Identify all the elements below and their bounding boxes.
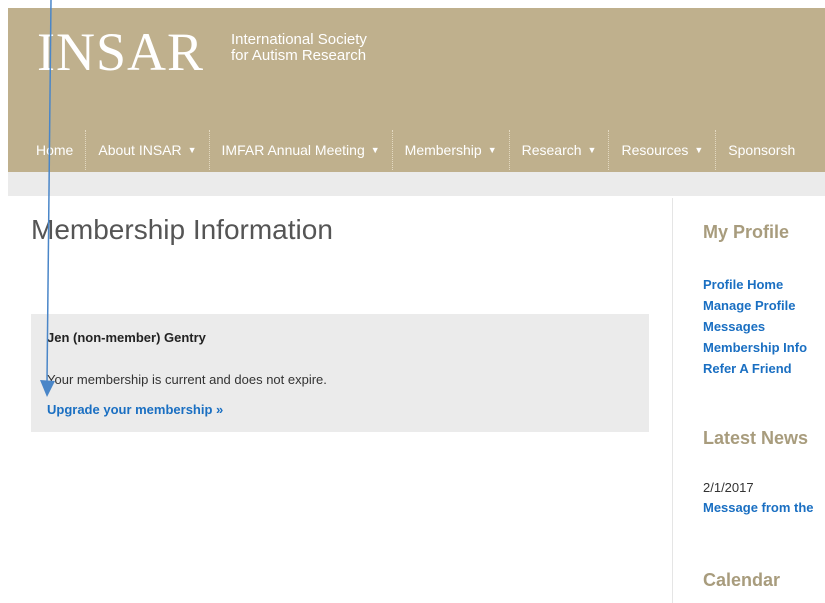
nav-item-membership[interactable]: Membership ▼ xyxy=(393,130,510,170)
nav-label: About INSAR xyxy=(98,142,182,158)
caret-down-icon: ▼ xyxy=(587,145,597,155)
news-item-link[interactable]: Message from the xyxy=(703,500,814,515)
caret-down-icon: ▼ xyxy=(370,145,380,155)
insar-logo[interactable]: INSAR International Society for Autism R… xyxy=(37,22,367,82)
member-name: Jen (non-member) Gentry xyxy=(47,330,206,345)
tagline-line-2: for Autism Research xyxy=(231,47,367,64)
news-date: 2/1/2017 xyxy=(703,480,754,495)
logo-tagline: International Society for Autism Researc… xyxy=(231,32,431,64)
page-title: Membership Information xyxy=(31,214,333,245)
tagline-line-1: International Society xyxy=(231,31,367,48)
nav-item-imfar[interactable]: IMFAR Annual Meeting ▼ xyxy=(210,130,393,170)
nav-label: Sponsorsh xyxy=(728,142,796,158)
nav-label: IMFAR Annual Meeting xyxy=(221,142,365,158)
nav-item-research[interactable]: Research ▼ xyxy=(510,130,610,170)
nav-item-sponsorship[interactable]: Sponsorsh xyxy=(716,130,807,170)
profile-home-link[interactable]: Profile Home xyxy=(703,274,807,295)
nav-item-resources[interactable]: Resources ▼ xyxy=(609,130,717,170)
sidebar-divider xyxy=(672,198,673,603)
caret-down-icon: ▼ xyxy=(487,145,497,155)
nav-item-home[interactable]: Home xyxy=(8,130,87,170)
nav-label: Research xyxy=(521,142,582,158)
upgrade-membership-link[interactable]: Upgrade your membership » xyxy=(47,402,223,417)
membership-panel: Jen (non-member) Gentry Your membership … xyxy=(31,314,649,432)
nav-label: Home xyxy=(36,142,74,158)
caret-down-icon: ▼ xyxy=(187,145,197,155)
messages-link[interactable]: Messages xyxy=(703,316,807,337)
manage-profile-link[interactable]: Manage Profile xyxy=(703,295,807,316)
nav-label: Resources xyxy=(621,142,689,158)
latest-news-heading: Latest News xyxy=(703,428,809,448)
membership-info-link[interactable]: Membership Info xyxy=(703,337,807,358)
site-header: INSAR International Society for Autism R… xyxy=(8,8,825,172)
nav-item-about[interactable]: About INSAR ▼ xyxy=(86,130,210,170)
membership-status: Your membership is current and does not … xyxy=(47,372,327,387)
profile-links: Profile Home Manage Profile Messages Mem… xyxy=(703,274,807,379)
calendar-heading: Calendar xyxy=(703,570,781,590)
caret-down-icon: ▼ xyxy=(694,145,704,155)
main-nav: Home About INSAR ▼ IMFAR Annual Meeting … xyxy=(8,128,825,172)
nav-label: Membership xyxy=(404,142,482,158)
my-profile-heading: My Profile xyxy=(703,222,790,242)
logo-wordmark: INSAR xyxy=(37,22,205,82)
sub-header-strip xyxy=(8,172,825,196)
refer-a-friend-link[interactable]: Refer A Friend xyxy=(703,358,807,379)
